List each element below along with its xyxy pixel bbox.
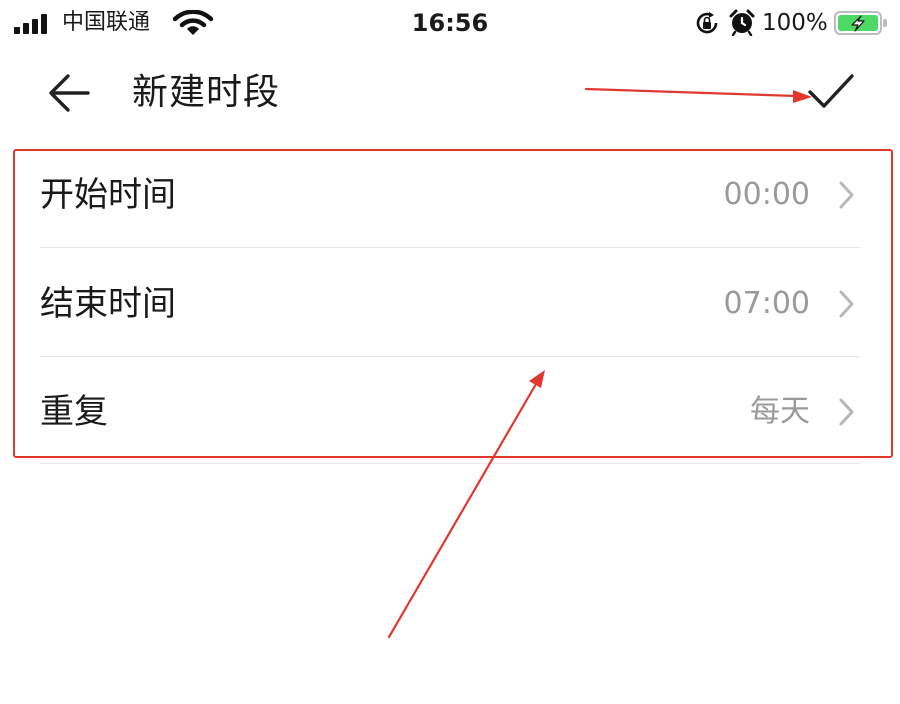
row-divider: [40, 463, 860, 464]
battery-percentage: 100%: [762, 10, 828, 36]
battery-charging-icon: [834, 11, 887, 35]
rotation-lock-icon: [696, 12, 718, 34]
alarm-icon: [729, 9, 755, 36]
back-arrow-icon[interactable]: [44, 70, 94, 116]
page-title: 新建时段: [132, 72, 281, 113]
status-bar: 中国联通 16:56 100%: [0, 0, 900, 46]
annotation-highlight-box: [13, 149, 893, 458]
annotation-arrow-to-confirm: [584, 87, 812, 103]
confirm-checkmark-icon[interactable]: [806, 70, 856, 114]
